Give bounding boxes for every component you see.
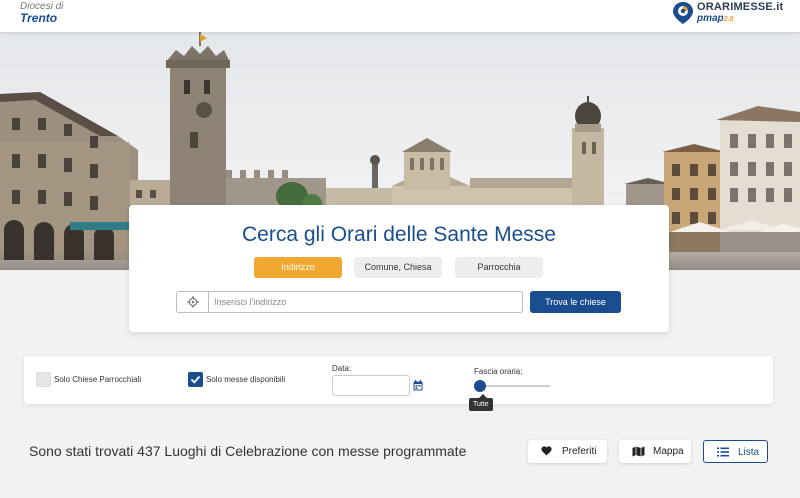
- parish-only-checkbox[interactable]: [36, 372, 51, 387]
- map-icon: [632, 446, 645, 457]
- search-title: Cerca gli Orari delle Sante Messe: [242, 223, 556, 246]
- tab-parrocchia[interactable]: Parrocchia: [455, 257, 543, 278]
- map-pin-logo-icon: [673, 2, 693, 24]
- map-view-button[interactable]: Mappa: [619, 440, 691, 463]
- logo-subtitle: pmap2.0: [697, 13, 733, 24]
- address-search-group: [176, 291, 523, 313]
- available-only-checkbox[interactable]: [188, 372, 203, 387]
- locate-me-button[interactable]: [177, 292, 209, 312]
- results-summary: Sono stati trovati 437 Luoghi di Celebra…: [29, 443, 467, 459]
- favorites-button[interactable]: Preferiti: [528, 440, 607, 463]
- time-range-label: Fascia oraria:: [474, 367, 523, 376]
- favorites-label: Preferiti: [562, 446, 597, 457]
- time-range-slider-track[interactable]: [480, 385, 550, 387]
- find-churches-button[interactable]: Trova le chiese: [530, 291, 621, 313]
- parish-only-label[interactable]: Solo Chiese Parrocchiali: [54, 375, 141, 384]
- list-view-label: Lista: [738, 447, 760, 458]
- date-label: Data:: [332, 364, 352, 373]
- search-card: Cerca gli Orari delle Sante Messe Indiri…: [129, 205, 669, 332]
- heart-icon: [541, 446, 552, 456]
- date-input[interactable]: [332, 375, 410, 396]
- address-input[interactable]: [210, 292, 520, 312]
- list-view-button[interactable]: Lista: [703, 440, 768, 463]
- orarimesse-logo[interactable]: ORARIMESSE.it pmap2.0: [672, 1, 783, 27]
- map-view-label: Mappa: [653, 446, 684, 457]
- logo-title: ORARIMESSE.it: [697, 1, 784, 13]
- logo-version: 2.0: [723, 16, 734, 23]
- logo-subtitle-text: pmap: [697, 13, 724, 24]
- tab-comune-chiesa[interactable]: Comune, Chiesa: [354, 257, 442, 278]
- calendar-icon[interactable]: [413, 380, 423, 391]
- checkmark-icon: [190, 375, 201, 384]
- crosshair-icon: [187, 296, 199, 308]
- tab-indirizzo[interactable]: Indirizzo: [254, 257, 342, 278]
- time-range-tooltip: Tutte: [469, 394, 493, 411]
- time-range-slider-thumb[interactable]: [474, 380, 486, 392]
- diocese-name[interactable]: Trento: [20, 11, 57, 25]
- available-only-label[interactable]: Solo messe disponibili: [206, 375, 285, 384]
- list-icon: [717, 447, 729, 457]
- top-header: Diocesi di Trento ORARIMESSE.it pmap2.0: [0, 0, 800, 32]
- filters-bar: Solo Chiese Parrocchiali Solo messe disp…: [24, 356, 773, 411]
